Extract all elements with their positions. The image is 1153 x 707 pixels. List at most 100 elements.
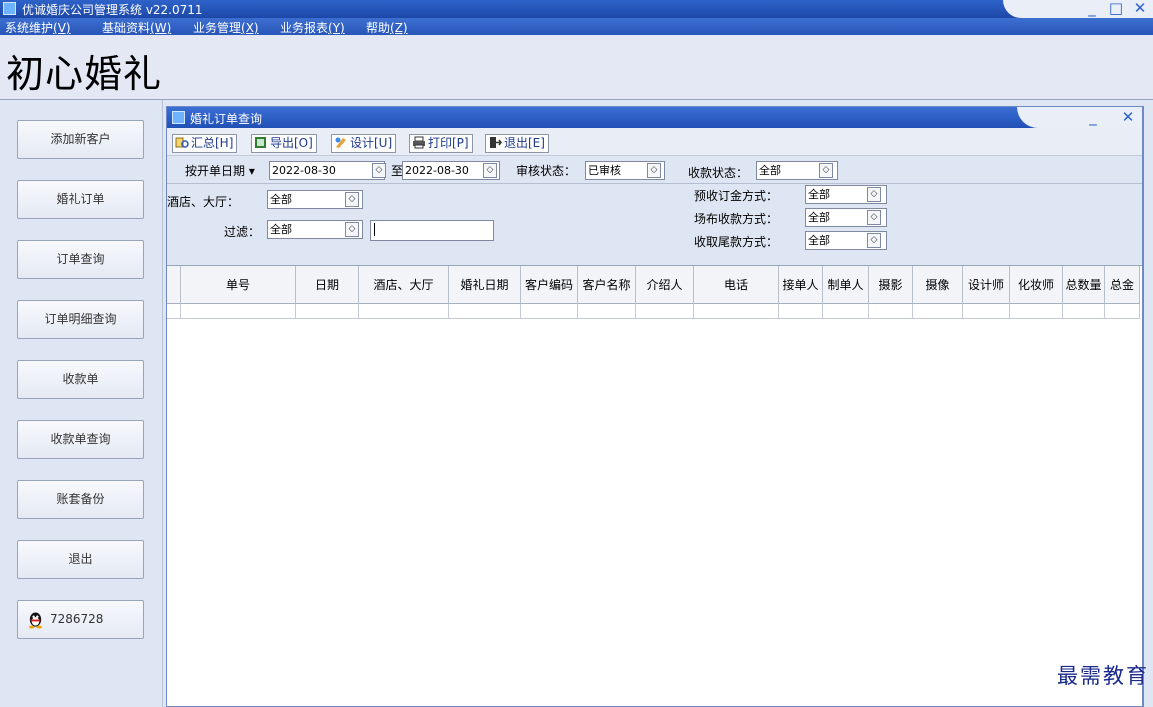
window-close-icon[interactable]: ✕ <box>1119 108 1137 126</box>
dropdown-arrow-icon: ▾ <box>248 164 255 178</box>
date-mode-select[interactable]: 按开单日期 ▾ <box>185 162 255 179</box>
order-query-button[interactable]: 订单查询 <box>17 240 144 279</box>
column-header[interactable]: 客户编码 <box>521 266 578 304</box>
table-cell[interactable] <box>296 304 359 319</box>
audit-status-spin-icon[interactable]: ◇ <box>647 163 661 178</box>
design-button[interactable]: 设计[U] <box>331 134 397 153</box>
menu-help[interactable]: 帮助(Z) <box>366 19 408 36</box>
order-detail-query-button[interactable]: 订单明细查询 <box>17 300 144 339</box>
window-icon <box>172 111 185 124</box>
venue-payment-spin-icon[interactable]: ◇ <box>867 210 881 225</box>
print-button[interactable]: 打印[P] <box>409 134 473 153</box>
receipt-query-button[interactable]: 收款单查询 <box>17 420 144 459</box>
wedding-order-button[interactable]: 婚礼订单 <box>17 180 144 219</box>
table-header: 单号 日期 酒店、大厅 婚礼日期 客户编码 客户名称 介绍人 电话 接单人 制单人 摄影 摄像 设计师化… <box>167 266 1140 304</box>
order-table[interactable]: 单号 日期 酒店、大厅 婚礼日期 客户编码 客户名称 介绍人 电话 接单人 制单人 摄影 摄像 设计师化… <box>167 266 1142 706</box>
close-icon[interactable]: ✕ <box>1131 0 1149 17</box>
column-header[interactable]: 接单人 <box>779 266 823 304</box>
filter-label: 过滤： <box>224 225 261 239</box>
exit-icon <box>490 137 502 148</box>
table-cell[interactable] <box>823 304 869 319</box>
table-cell[interactable] <box>1010 304 1063 319</box>
filter-text-input[interactable] <box>370 220 494 241</box>
row-indicator-header <box>167 266 181 304</box>
table-cell[interactable] <box>449 304 521 319</box>
table-cell[interactable] <box>636 304 694 319</box>
hotel-hall-spin-icon[interactable]: ◇ <box>345 192 359 207</box>
add-customer-button[interactable]: 添加新客户 <box>17 120 144 159</box>
payment-status-spin-icon[interactable]: ◇ <box>819 163 833 178</box>
window-controls: _ ✕ <box>1017 107 1142 128</box>
table-cell[interactable] <box>359 304 449 319</box>
print-icon <box>413 136 425 149</box>
exit-button[interactable]: 退出 <box>17 540 144 579</box>
backup-button[interactable]: 账套备份 <box>17 480 144 519</box>
deposit-method-label: 预收订金方式： <box>694 189 779 203</box>
brand-title: 初心婚礼 <box>6 52 163 96</box>
table-cell[interactable] <box>963 304 1010 319</box>
deposit-method-spin-icon[interactable]: ◇ <box>867 187 881 202</box>
table-cell[interactable] <box>1063 304 1105 319</box>
final-payment-spin-icon[interactable]: ◇ <box>867 233 881 248</box>
title-bar-controls: _ □ ✕ <box>1003 0 1153 18</box>
menu-basic-data[interactable]: 基础资料(W) <box>102 19 171 36</box>
table-cell[interactable] <box>521 304 578 319</box>
summary-icon <box>175 137 189 148</box>
column-header[interactable]: 总数量 <box>1063 266 1105 304</box>
column-header[interactable]: 客户名称 <box>578 266 636 304</box>
export-icon <box>255 137 266 148</box>
qq-contact-button[interactable]: 7286728 <box>17 600 144 639</box>
order-query-window: 婚礼订单查询 _ ✕ 汇总[H] 导出[O] 设计[U] 打印[P] 退出[E]… <box>166 106 1144 707</box>
window-minimize-icon[interactable]: _ <box>1084 108 1102 126</box>
column-header[interactable]: 单号 <box>181 266 296 304</box>
date-from-spin-icon[interactable]: ◇ <box>372 163 386 178</box>
column-header[interactable]: 设计师 <box>963 266 1010 304</box>
menu-bar: 系统维护(V) 基础资料(W) 业务管理(X) 业务报表(Y) 帮助(Z) <box>0 18 1153 35</box>
maximize-icon[interactable]: □ <box>1107 0 1125 17</box>
design-icon <box>335 137 346 148</box>
venue-payment-label: 场布收款方式： <box>694 212 779 226</box>
column-header[interactable]: 婚礼日期 <box>449 266 521 304</box>
hotel-hall-label: 酒店、大厅： <box>167 195 240 209</box>
column-header[interactable]: 电话 <box>694 266 779 304</box>
row-indicator[interactable] <box>167 304 181 319</box>
column-header[interactable]: 介绍人 <box>636 266 694 304</box>
column-header[interactable]: 摄影 <box>869 266 913 304</box>
menu-business[interactable]: 业务管理(X) <box>193 19 259 36</box>
brand-banner: 初心婚礼 <box>0 35 1153 100</box>
column-header[interactable]: 化妆师 <box>1010 266 1063 304</box>
qq-number: 7286728 <box>50 612 104 626</box>
minimize-icon[interactable]: _ <box>1083 0 1101 17</box>
filter-spin-icon[interactable]: ◇ <box>345 222 359 237</box>
table-cell[interactable] <box>694 304 779 319</box>
app-title: 优诚婚庆公司管理系统 v22.0711 <box>22 3 203 17</box>
column-header[interactable]: 酒店、大厅 <box>359 266 449 304</box>
menu-reports[interactable]: 业务报表(Y) <box>280 19 345 36</box>
receipt-button[interactable]: 收款单 <box>17 360 144 399</box>
export-button[interactable]: 导出[O] <box>251 134 317 153</box>
table-cell[interactable] <box>913 304 963 319</box>
qq-penguin-icon <box>28 612 43 629</box>
filter-panel: 按开单日期 ▾ 2022-08-30 ◇ 至 2022-08-30 ◇ 审核状态… <box>167 156 1142 266</box>
summary-button[interactable]: 汇总[H] <box>172 134 238 153</box>
table-cell[interactable] <box>578 304 636 319</box>
date-to-spin-icon[interactable]: ◇ <box>483 163 497 178</box>
column-header[interactable]: 日期 <box>296 266 359 304</box>
table-cell[interactable] <box>1105 304 1140 319</box>
column-header[interactable]: 制单人 <box>823 266 869 304</box>
exit-window-button[interactable]: 退出[E] <box>485 134 549 153</box>
window-title-bar: 婚礼订单查询 _ ✕ <box>167 107 1142 128</box>
table-cell[interactable] <box>181 304 296 319</box>
final-payment-label: 收取尾款方式： <box>694 235 779 249</box>
table-cell[interactable] <box>779 304 823 319</box>
app-icon <box>3 2 16 15</box>
column-header[interactable]: 摄像 <box>913 266 963 304</box>
date-from-field[interactable]: 2022-08-30 <box>269 161 385 180</box>
menu-system[interactable]: 系统维护(V) <box>5 19 71 36</box>
audit-status-label: 审核状态： <box>516 164 577 178</box>
table-cell[interactable] <box>869 304 913 319</box>
watermark-text: 最需教育 <box>1057 664 1149 688</box>
app-title-bar: 优诚婚庆公司管理系统 v22.0711 _ □ ✕ <box>0 0 1153 18</box>
column-header[interactable]: 总金 <box>1105 266 1140 304</box>
sidebar: 添加新客户 婚礼订单 订单查询 订单明细查询 收款单 收款单查询 账套备份 退出… <box>0 100 163 707</box>
